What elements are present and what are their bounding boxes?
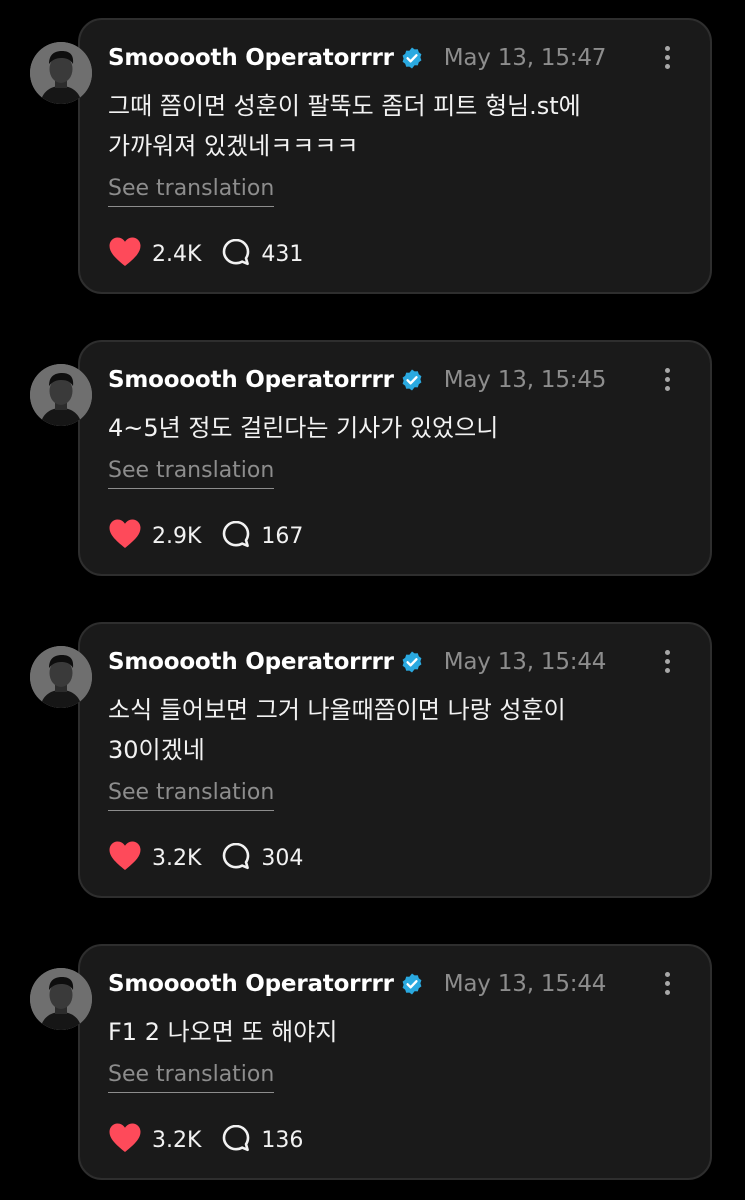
post-actions: 3.2K 304 [108,840,303,876]
speech-bubble-icon [221,841,251,875]
like-count: 3.2K [152,1127,202,1153]
thread-feed: Smooooth Operatorrrr May 13, 15:47 그때 쯤이… [0,0,745,1200]
username[interactable]: Smooooth Operatorrrr [108,367,394,393]
reply-count: 167 [261,523,304,549]
more-vertical-icon[interactable] [662,46,672,72]
post-header: Smooooth Operatorrrr May 13, 15:44 [108,968,606,1000]
reply-count: 431 [261,241,304,267]
more-vertical-icon[interactable] [662,368,672,394]
post: Smooooth Operatorrrr May 13, 15:44 소식 들어… [0,622,745,898]
post-actions: 2.4K 431 [108,236,303,272]
username[interactable]: Smooooth Operatorrrr [108,45,394,71]
avatar[interactable] [30,364,92,426]
speech-bubble-icon [221,237,251,271]
post-timestamp: May 13, 15:44 [443,649,607,675]
post-header: Smooooth Operatorrrr May 13, 15:44 [108,646,606,678]
heart-icon [108,840,142,876]
verified-badge-icon [400,368,424,392]
post-timestamp: May 13, 15:47 [443,45,607,71]
post-text: 그때 쯤이면 성훈이 팔뚝도 좀더 피트 형님.st에 가까워져 있겠네ㅋㅋㅋㅋ [108,92,581,160]
more-vertical-icon[interactable] [662,650,672,676]
post-actions: 3.2K 136 [108,1122,303,1158]
more-vertical-icon[interactable] [662,972,672,998]
verified-badge-icon [400,46,424,70]
post-timestamp: May 13, 15:45 [443,367,607,393]
avatar[interactable] [30,968,92,1030]
verified-badge-icon [400,650,424,674]
speech-bubble-icon [221,519,251,553]
post-text: F1 2 나오면 또 해야지 [108,1018,338,1046]
speech-bubble-icon [221,1123,251,1157]
avatar[interactable] [30,42,92,104]
post-timestamp: May 13, 15:44 [443,971,607,997]
username[interactable]: Smooooth Operatorrrr [108,971,394,997]
post-header: Smooooth Operatorrrr May 13, 15:45 [108,364,606,396]
like-button[interactable]: 3.2K [108,1122,201,1158]
post-card[interactable]: Smooooth Operatorrrr May 13, 15:44 F1 2 … [78,944,712,1180]
avatar[interactable] [30,646,92,708]
post-header: Smooooth Operatorrrr May 13, 15:47 [108,42,606,74]
like-count: 2.4K [152,241,202,267]
post-card[interactable]: Smooooth Operatorrrr May 13, 15:47 그때 쯤이… [78,18,712,294]
see-translation-link[interactable]: See translation [108,1062,275,1093]
see-translation-link[interactable]: See translation [108,176,275,207]
like-count: 3.2K [152,845,202,871]
username[interactable]: Smooooth Operatorrrr [108,649,394,675]
reply-button[interactable]: 304 [221,841,303,875]
post-text: 소식 들어보면 그거 나올때쯤이면 나랑 성훈이 30이겠네 [108,696,566,764]
like-count: 2.9K [152,523,202,549]
reply-button[interactable]: 136 [221,1123,303,1157]
like-button[interactable]: 3.2K [108,840,201,876]
post: Smooooth Operatorrrr May 13, 15:45 4~5년 … [0,340,745,576]
reply-button[interactable]: 167 [221,519,303,553]
post: Smooooth Operatorrrr May 13, 15:44 F1 2 … [0,944,745,1180]
post-text: 4~5년 정도 걸린다는 기사가 있었으니 [108,414,499,442]
post-card[interactable]: Smooooth Operatorrrr May 13, 15:44 소식 들어… [78,622,712,898]
post-card[interactable]: Smooooth Operatorrrr May 13, 15:45 4~5년 … [78,340,712,576]
reply-count: 136 [261,1127,304,1153]
post-actions: 2.9K 167 [108,518,303,554]
verified-badge-icon [400,972,424,996]
post: Smooooth Operatorrrr May 13, 15:47 그때 쯤이… [0,18,745,294]
reply-button[interactable]: 431 [221,237,303,271]
like-button[interactable]: 2.4K [108,236,201,272]
heart-icon [108,1122,142,1158]
see-translation-link[interactable]: See translation [108,780,275,811]
heart-icon [108,236,142,272]
see-translation-link[interactable]: See translation [108,458,275,489]
heart-icon [108,518,142,554]
like-button[interactable]: 2.9K [108,518,201,554]
reply-count: 304 [261,845,304,871]
